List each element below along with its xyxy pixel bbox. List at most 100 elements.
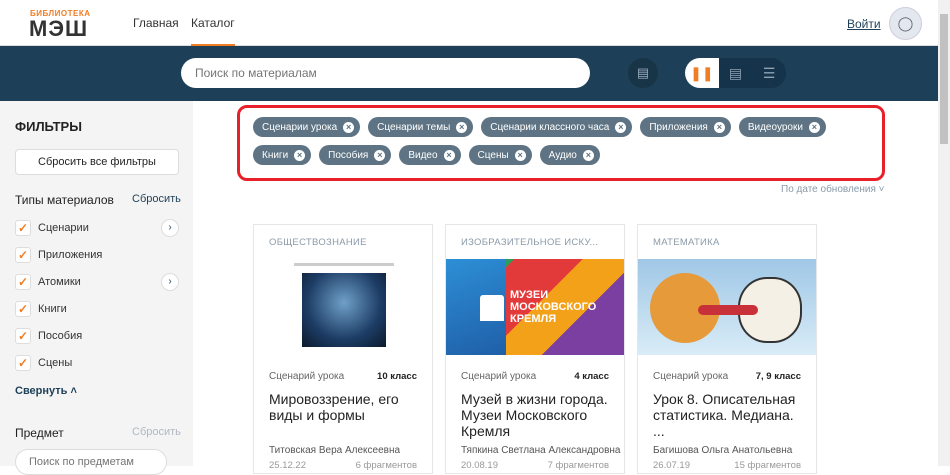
calendar-icon[interactable]: ▤ [628, 58, 658, 88]
check-icon: ✓ [15, 301, 31, 317]
filters-sidebar: ФИЛЬТРЫ Сбросить все фильтры Типы матери… [0, 101, 193, 475]
museum-logo-text: МУЗЕИ МОСКОВСКОГО КРЕМЛЯ [510, 289, 597, 325]
card-author: Багишова Ольга Анатольевна [653, 445, 793, 456]
login-link[interactable]: Войти [847, 17, 881, 31]
card-image [254, 259, 432, 355]
type-checkbox[interactable]: ✓ Атомики [15, 274, 81, 290]
card-title[interactable]: Музей в жизни города. Музеи Московского … [461, 391, 614, 439]
subject-search-input[interactable] [15, 449, 167, 475]
check-icon: ✓ [15, 220, 31, 236]
check-icon: ✓ [15, 328, 31, 344]
user-icon[interactable]: ◯ [889, 7, 922, 40]
reset-all-filters-button[interactable]: Сбросить все фильтры [15, 149, 179, 175]
close-icon[interactable]: × [582, 149, 594, 161]
card-image [638, 259, 816, 355]
list-view-icon[interactable]: ☰ [752, 58, 786, 88]
chip-label: Аудио [548, 149, 577, 161]
types-title: Типы материалов [15, 193, 114, 207]
chevron-right-icon[interactable]: › [161, 219, 179, 237]
chip-label: Книги [262, 149, 289, 161]
card-author: Тяпкина Светлана Александровна [461, 445, 621, 456]
sort-dropdown[interactable]: По дате обновления ˅ [781, 184, 885, 195]
chip-label: Видео [408, 149, 438, 161]
view-switcher: ❚❚ ▤ ☰ [685, 58, 786, 88]
type-label: Приложения [38, 249, 103, 261]
nav-home[interactable]: Главная [133, 16, 179, 30]
material-card[interactable]: ОБЩЕСТВОЗНАНИЕ Сценарий урока 10 класс Ми… [253, 224, 433, 474]
close-icon[interactable]: × [808, 121, 820, 133]
filter-chip[interactable]: Приложения × [640, 117, 731, 137]
subject-reset-button[interactable]: Сбросить [132, 426, 181, 438]
type-label: Книги [38, 303, 67, 315]
card-title[interactable]: Мировоззрение, его виды и формы [269, 391, 422, 423]
search-input[interactable] [181, 58, 590, 88]
close-icon[interactable]: × [443, 149, 455, 161]
material-card[interactable]: МАТЕМАТИКА Сценарий урока 7, 9 класс Урок… [637, 224, 817, 474]
card-author: Титовская Вера Алексеевна [269, 445, 401, 456]
types-reset-button[interactable]: Сбросить [132, 193, 181, 205]
collapse-label: Свернуть [15, 385, 68, 397]
filter-chip[interactable]: Пособия × [319, 145, 392, 165]
subject-title: Предмет [15, 426, 64, 440]
type-checkbox[interactable]: ✓ Пособия [15, 328, 82, 344]
type-checkbox[interactable]: ✓ Сцены [15, 355, 72, 371]
type-label: Атомики [38, 276, 81, 288]
type-label: Пособия [38, 330, 83, 342]
filter-chip[interactable]: Сценарии классного часа × [481, 117, 633, 137]
close-icon[interactable]: × [374, 149, 386, 161]
kremlin-icon [480, 295, 504, 321]
chevron-right-icon[interactable]: › [161, 273, 179, 291]
check-icon: ✓ [15, 355, 31, 371]
chip-label: Сценарии урока [262, 121, 338, 133]
header: БИБЛИОТЕКА МЭШ Главная Каталог Войти ◯ [0, 0, 938, 47]
filter-chip[interactable]: Видеоуроки × [738, 117, 826, 137]
filter-chip[interactable]: Видео × [399, 145, 461, 165]
card-image: МУЗЕИ МОСКОВСКОГО КРЕМЛЯ [446, 259, 624, 355]
toolbar: ▤ ❚❚ ▤ ☰ [0, 46, 938, 101]
type-checkbox[interactable]: ✓ Книги [15, 301, 67, 317]
filters-title: ФИЛЬТРЫ [15, 119, 82, 134]
card-title[interactable]: Урок 8. Описательная статистика. Медиана… [653, 391, 806, 439]
chip-label: Сценарии классного часа [490, 121, 610, 133]
sort-label: По дате обновления [781, 184, 876, 195]
filter-chip[interactable]: Аудио × [539, 145, 600, 165]
filter-chip[interactable]: Сценарии темы × [368, 117, 474, 137]
filter-chip[interactable]: Сценарии урока × [253, 117, 361, 137]
chevron-up-icon: ˄ [70, 385, 77, 397]
card-grade: 10 класс [377, 371, 417, 382]
scrollbar-thumb[interactable] [940, 14, 948, 144]
check-icon: ✓ [15, 274, 31, 290]
chip-label: Пособия [328, 149, 369, 161]
type-label: Сценарии [38, 222, 89, 234]
card-type: Сценарий урока [461, 371, 537, 382]
nav-catalog[interactable]: Каталог [191, 16, 235, 47]
type-label: Сцены [38, 357, 73, 369]
filter-chip[interactable]: Книги × [253, 145, 312, 165]
card-type: Сценарий урока [653, 371, 729, 382]
card-grade: 4 класс [574, 371, 609, 382]
close-icon[interactable]: × [713, 121, 725, 133]
chevron-down-icon: ˅ [878, 184, 885, 195]
chip-label: Видеоуроки [747, 121, 803, 133]
close-icon[interactable]: × [514, 149, 526, 161]
chip-label: Сцены [477, 149, 509, 161]
filter-chip[interactable]: Сцены × [468, 145, 532, 165]
card-type: Сценарий урока [269, 371, 345, 382]
card-subject: ИЗОБРАЗИТЕЛЬНОЕ ИСКУ... [461, 237, 599, 248]
card-grade: 7, 9 класс [755, 371, 801, 382]
check-icon: ✓ [15, 247, 31, 263]
active-filters: Сценарии урока × Сценарии темы × Сценарии … [237, 105, 885, 181]
type-checkbox[interactable]: ✓ Сценарии [15, 220, 89, 236]
close-icon[interactable]: × [294, 149, 306, 161]
grid-view-icon[interactable]: ❚❚ [685, 58, 719, 88]
collapse-button[interactable]: Свернуть ˄ [15, 385, 77, 397]
close-icon[interactable]: × [615, 121, 627, 133]
close-icon[interactable]: × [343, 121, 355, 133]
logo[interactable]: МЭШ [29, 16, 88, 42]
type-checkbox[interactable]: ✓ Приложения [15, 247, 102, 263]
close-icon[interactable]: × [456, 121, 468, 133]
chip-label: Приложения [649, 121, 708, 133]
card-subject: ОБЩЕСТВОЗНАНИЕ [269, 237, 367, 248]
material-card[interactable]: ИЗОБРАЗИТЕЛЬНОЕ ИСКУ... МУЗЕИ МОСКОВСКОГ… [445, 224, 625, 474]
rows-view-icon[interactable]: ▤ [719, 58, 753, 88]
